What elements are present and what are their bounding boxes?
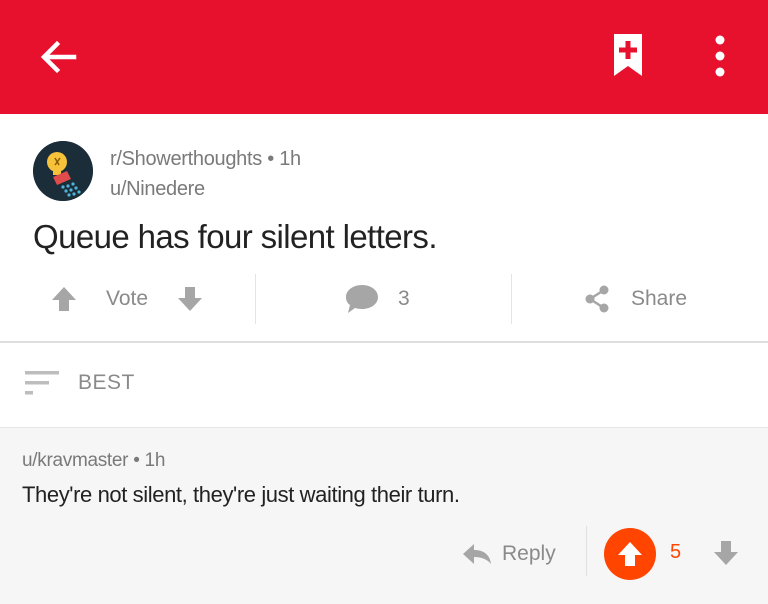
author-link[interactable]: u/Ninedere [110,178,205,200]
sort-label: BEST [78,371,135,394]
comment-body: They're not silent, they're just waiting… [22,482,460,507]
upvote-arrow-icon[interactable] [50,284,78,314]
post-age: 1h [279,148,301,170]
more-vertical-icon[interactable] [704,34,736,78]
comment-count: 3 [398,287,410,310]
comment-bubble-icon [344,283,380,315]
top-app-bar [0,0,768,114]
subreddit-avatar-shower-icon[interactable] [33,141,93,201]
action-divider [511,274,512,324]
post-title[interactable]: Queue has four silent letters. [33,218,438,256]
upvote-arrow-icon [616,539,644,569]
comment-meta: u/kravmaster • 1h [22,450,165,472]
reply-label: Reply [502,542,556,565]
post-meta: r/Showerthoughts • 1h u/Ninedere [110,144,301,204]
downvote-arrow-icon[interactable] [176,284,204,314]
comment-action-divider [586,526,587,576]
share-button[interactable]: Share [583,272,687,326]
reply-arrow-icon [462,542,492,566]
post-action-bar: Vote 3 Share [0,272,768,326]
sort-icon [25,369,59,399]
back-arrow-icon[interactable] [38,36,80,78]
action-divider [255,274,256,324]
upvote-active-button[interactable] [604,528,656,580]
post-card: r/Showerthoughts • 1h u/Ninedere Queue h… [0,114,768,342]
vote-group: Vote [50,272,204,326]
comment-age: 1h [144,450,166,471]
subreddit-link[interactable]: r/Showerthoughts [110,148,262,170]
bookmark-add-icon[interactable] [610,32,646,78]
share-label: Share [631,287,688,310]
share-icon [583,284,611,314]
comments-button[interactable]: 3 [344,272,410,326]
comment-author[interactable]: u/kravmaster [22,450,129,471]
reply-button[interactable]: Reply [462,536,556,572]
comment-sort-bar[interactable]: BEST [0,343,768,427]
comment-item: u/kravmaster • 1h They're not silent, th… [0,428,768,604]
meta-separator: • [133,450,145,471]
vote-label: Vote [106,287,149,310]
downvote-arrow-icon[interactable] [712,538,740,568]
meta-separator: • [267,148,280,170]
comment-score: 5 [670,541,682,563]
